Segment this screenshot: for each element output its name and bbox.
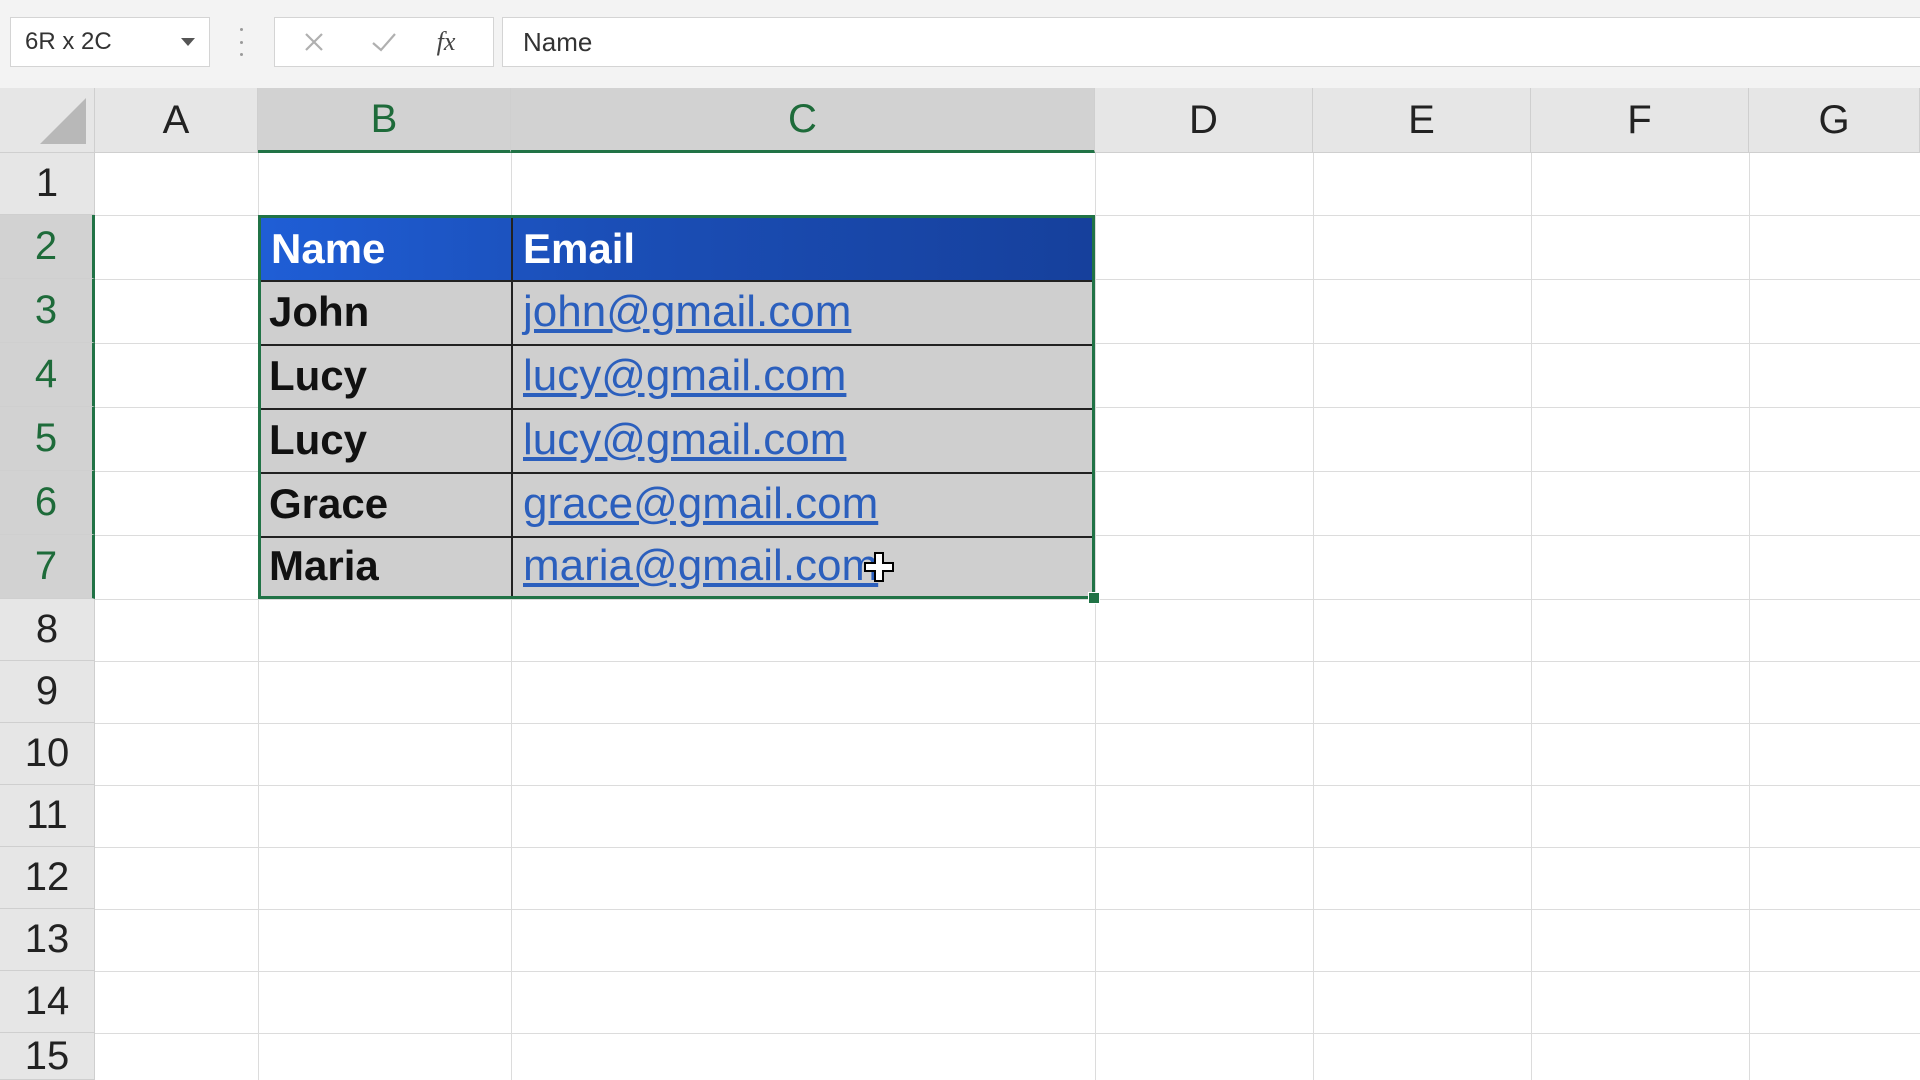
cell-c3-link[interactable]: john@gmail.com (513, 280, 1092, 344)
gridline (95, 847, 1920, 848)
drag-handle-icon[interactable] (238, 28, 244, 56)
formula-bar: 6R x 2C fx Name (0, 0, 1920, 89)
cell-border (511, 218, 513, 596)
column-header-b[interactable]: B (258, 88, 511, 153)
select-all-button[interactable] (0, 88, 95, 153)
row-header-11[interactable]: 11 (0, 785, 95, 847)
row-header-3[interactable]: 3 (0, 279, 95, 343)
row-header-9[interactable]: 9 (0, 661, 95, 723)
close-icon[interactable] (289, 18, 339, 66)
cell-border (261, 472, 1092, 474)
cell-border (261, 408, 1092, 410)
function-label: fx (436, 27, 456, 56)
cell-c2-header-email[interactable]: Email (513, 218, 1092, 280)
gridline (95, 1033, 1920, 1034)
row-header-7[interactable]: 7 (0, 535, 95, 599)
move-cursor-icon (862, 550, 896, 584)
row-header-8[interactable]: 8 (0, 599, 95, 661)
gridline (1095, 153, 1096, 1080)
cell-b5[interactable]: Lucy (261, 408, 511, 472)
formula-buttons: fx (274, 17, 494, 67)
cell-c5-link[interactable]: lucy@gmail.com (513, 408, 1092, 472)
checkmark-icon[interactable] (359, 18, 409, 66)
cell-border (261, 280, 1092, 282)
row-header-5[interactable]: 5 (0, 407, 95, 471)
cell-border (261, 536, 1092, 538)
gridline (95, 971, 1920, 972)
row-header-1[interactable]: 1 (0, 153, 95, 215)
formula-input[interactable]: Name (502, 17, 1920, 67)
row-header-2[interactable]: 2 (0, 215, 95, 279)
column-header-e[interactable]: E (1313, 88, 1531, 153)
row-header-10[interactable]: 10 (0, 723, 95, 785)
gridline (95, 723, 1920, 724)
row-header-4[interactable]: 4 (0, 343, 95, 407)
cell-c7-link[interactable]: maria@gmail.com (513, 536, 1092, 596)
gridline (95, 909, 1920, 910)
row-header-13[interactable]: 13 (0, 909, 95, 971)
formula-value: Name (523, 26, 593, 57)
gridline (1749, 153, 1750, 1080)
cell-b4[interactable]: Lucy (261, 344, 511, 408)
cell-b6[interactable]: Grace (261, 472, 511, 536)
name-box[interactable]: 6R x 2C (10, 17, 210, 67)
row-header-14[interactable]: 14 (0, 971, 95, 1033)
column-header-g[interactable]: G (1749, 88, 1920, 153)
name-box-value: 6R x 2C (25, 28, 112, 55)
column-header-c[interactable]: C (511, 88, 1095, 153)
cell-b2-header-name[interactable]: Name (261, 218, 511, 280)
column-header-f[interactable]: F (1531, 88, 1749, 153)
cell-c6-link[interactable]: grace@gmail.com (513, 472, 1092, 536)
column-header-a[interactable]: A (95, 88, 258, 153)
gridline (1531, 153, 1532, 1080)
row-header-15[interactable]: 15 (0, 1033, 95, 1080)
cell-c4-link[interactable]: lucy@gmail.com (513, 344, 1092, 408)
cell-border (261, 344, 1092, 346)
column-header-d[interactable]: D (1095, 88, 1313, 153)
select-all-icon (40, 98, 86, 144)
cell-b3[interactable]: John (261, 280, 511, 344)
selected-table-range[interactable]: Name Email John john@gmail.com Lucy lucy… (258, 215, 1095, 599)
cell-b7[interactable]: Maria (261, 536, 511, 596)
gridline (95, 785, 1920, 786)
gridline (95, 661, 1920, 662)
gridline (1313, 153, 1314, 1080)
insert-function-icon[interactable]: fx (421, 18, 471, 66)
gridline (95, 599, 1920, 600)
fill-handle[interactable] (1088, 592, 1100, 604)
row-header-12[interactable]: 12 (0, 847, 95, 909)
row-header-6[interactable]: 6 (0, 471, 95, 535)
chevron-down-icon[interactable] (181, 38, 195, 46)
